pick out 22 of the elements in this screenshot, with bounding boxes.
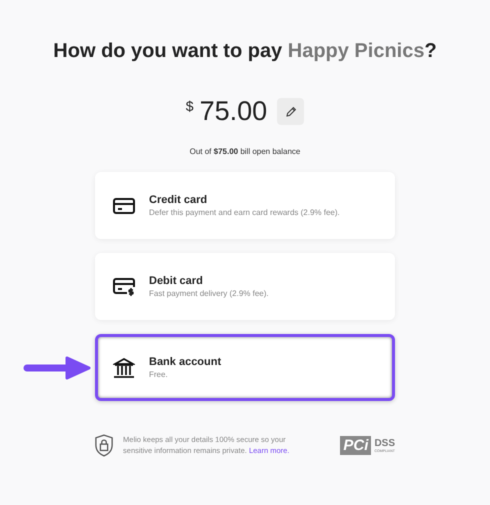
page-title: How do you want to pay Happy Picnics? — [53, 40, 437, 63]
payment-amount: 75.00 — [200, 96, 268, 127]
pci-logo: PCi — [340, 436, 372, 455]
method-description: Fast payment delivery (2.9% fee). — [149, 289, 269, 298]
credit-card-icon — [113, 196, 135, 214]
edit-button[interactable] — [277, 98, 304, 125]
shield-lock-icon — [95, 433, 114, 458]
card-dollar-icon — [113, 276, 135, 296]
payment-method-card[interactable]: Bank account Free. — [95, 334, 395, 401]
method-description: Free. — [149, 370, 169, 379]
dss-label: DSS — [374, 438, 395, 449]
method-description: Defer this payment and earn card rewards (2.9% fee). — [149, 208, 340, 217]
method-name: Credit card — [149, 194, 208, 206]
currency-symbol: $ — [186, 98, 194, 114]
bank-icon — [113, 356, 135, 378]
pencil-icon — [284, 106, 297, 118]
balance-note: Out of $75.00 bill open balance — [190, 147, 300, 156]
payment-method-card[interactable]: Credit card Defer this payment and earn card rewards (2.9% fee). — [95, 172, 395, 239]
method-name: Bank account — [149, 356, 222, 368]
payment-method-card[interactable]: Debit card Fast payment delivery (2.9% fee). — [95, 253, 395, 320]
method-name: Debit card — [149, 275, 204, 287]
pointer-arrow — [23, 356, 91, 380]
